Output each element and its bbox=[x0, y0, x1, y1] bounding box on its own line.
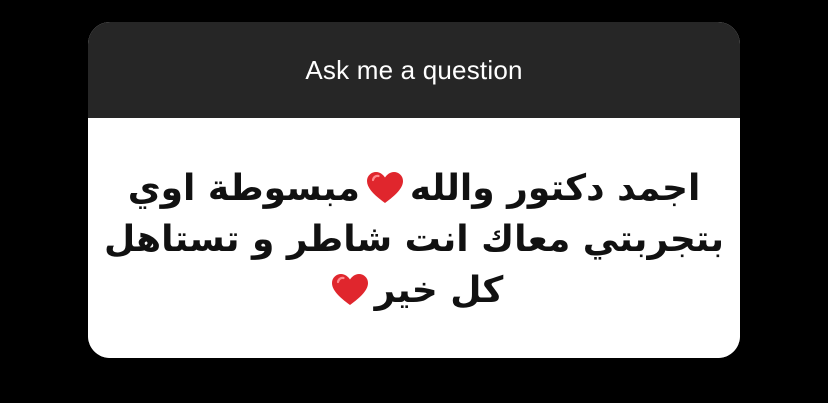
heart-icon bbox=[366, 171, 404, 205]
answer-line-1: اجمد دكتور والله مبسوطة اوي bbox=[104, 163, 724, 214]
heart-icon bbox=[331, 273, 369, 307]
question-sticker-card: Ask me a question اجمد دكتور والله مبسوطة… bbox=[88, 22, 740, 358]
answer-line-3: كل خير bbox=[104, 265, 724, 316]
answer-body: اجمد دكتور والله مبسوطة اوي بتجربتي معاك … bbox=[88, 118, 740, 358]
answer-line-2: بتجربتي معاك انت شاطر و تستاهل bbox=[104, 218, 724, 260]
question-header: Ask me a question bbox=[88, 22, 740, 118]
question-prompt: Ask me a question bbox=[305, 54, 523, 85]
story-background: Ask me a question اجمد دكتور والله مبسوطة… bbox=[0, 0, 828, 403]
answer-line-1-start: اجمد دكتور والله bbox=[409, 167, 701, 209]
answer-line-3-text: كل خير bbox=[374, 269, 504, 311]
answer-text: اجمد دكتور والله مبسوطة اوي بتجربتي معاك … bbox=[104, 163, 724, 316]
answer-line-1-end: مبسوطة اوي bbox=[127, 167, 360, 209]
